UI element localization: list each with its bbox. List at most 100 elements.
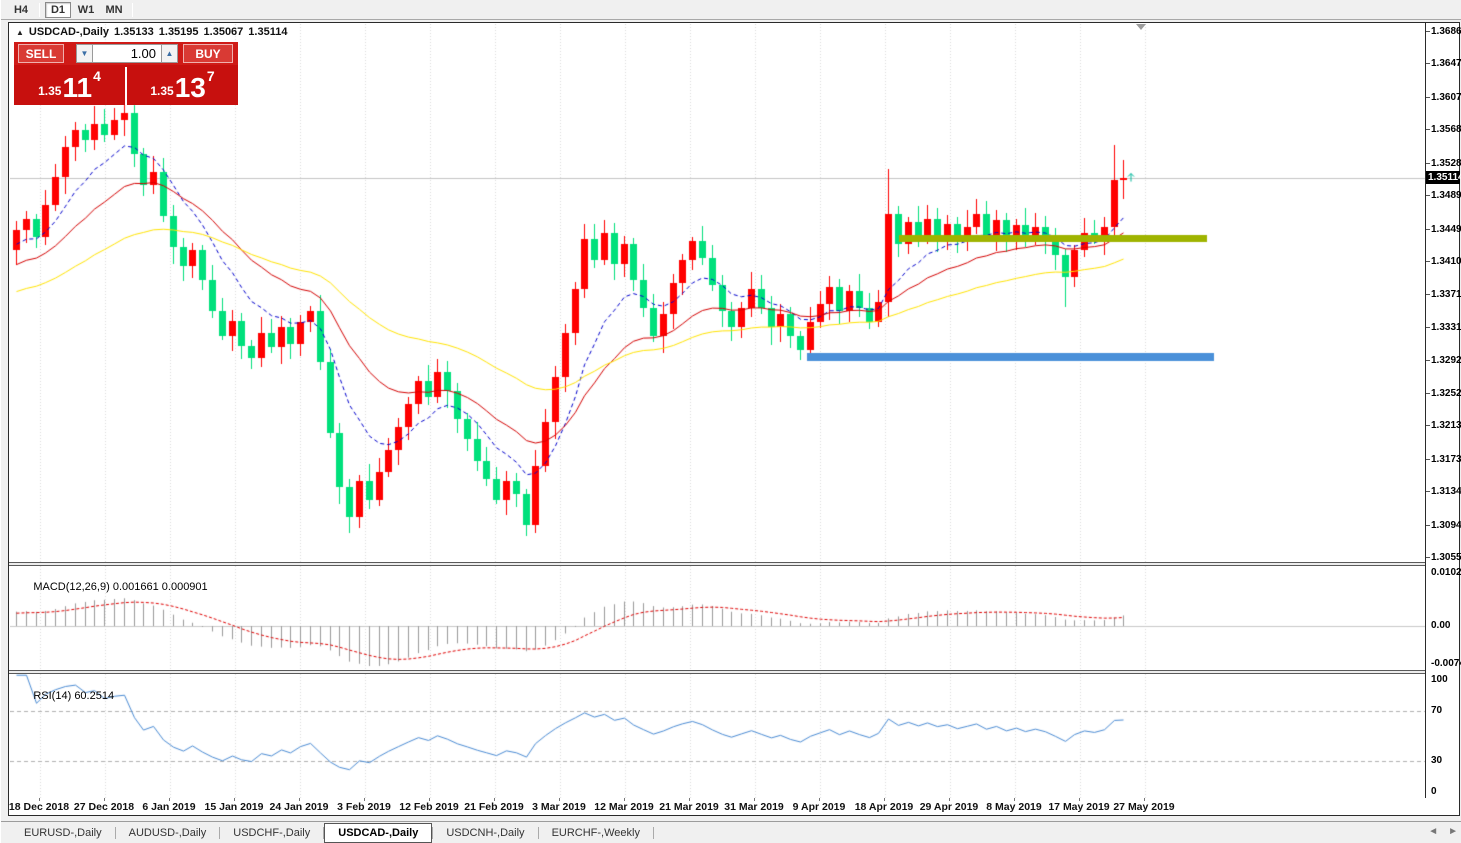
price-axis-label: 1.31340 <box>1431 486 1461 497</box>
macd-axis-label: 0.010229 <box>1431 567 1461 578</box>
chart-title: ▲ USDCAD-,Daily 1.35133 1.35195 1.35067 … <box>16 26 287 38</box>
volume-input[interactable]: 1.00 <box>93 44 161 63</box>
macd-indicator-canvas[interactable] <box>10 566 1425 670</box>
price-axis-label: 1.36470 <box>1431 58 1461 69</box>
price-axis-label: 1.33710 <box>1431 289 1461 300</box>
tab-eurusd[interactable]: EURUSD-,Daily <box>11 824 115 842</box>
timeframe-toolbar: H4 D1W1MN <box>1 0 1461 20</box>
volume-increase-button[interactable]: ▲ <box>161 44 178 63</box>
buy-price-sup: 7 <box>207 68 215 84</box>
time-axis-label: 9 Apr 2019 <box>793 801 846 813</box>
time-axis-label: 8 May 2019 <box>986 801 1041 813</box>
price-axis-tick <box>1426 261 1430 262</box>
time-axis-label: 27 Dec 2018 <box>74 801 134 813</box>
price-axis-label: 1.30550 <box>1431 552 1461 563</box>
price-axis-label: 1.34490 <box>1431 224 1461 235</box>
price-axis-label: 1.34100 <box>1431 256 1461 267</box>
scroll-to-end-marker-icon[interactable] <box>1136 24 1146 30</box>
ohlc-low: 1.35067 <box>204 26 244 38</box>
price-axis-tick <box>1426 229 1430 230</box>
price-axis-label: 1.33310 <box>1431 322 1461 333</box>
rsi-splitter[interactable] <box>9 670 1459 674</box>
price-axis-tick <box>1426 393 1430 394</box>
timeframe-button-h4[interactable]: H4 <box>8 2 34 18</box>
price-axis-label: 1.35680 <box>1431 124 1461 135</box>
chart-symbol-period: USDCAD-,Daily <box>29 26 109 38</box>
price-axis-tick <box>1426 425 1430 426</box>
ohlc-open: 1.35133 <box>114 26 154 38</box>
time-axis-label: 6 Jan 2019 <box>142 801 195 813</box>
time-axis-label: 18 Dec 2018 <box>9 801 69 813</box>
price-axis-label: 1.34890 <box>1431 190 1461 201</box>
time-axis-label: 24 Jan 2019 <box>270 801 329 813</box>
tab-audusd[interactable]: AUDUSD-,Daily <box>116 824 220 842</box>
tab-eurchf[interactable]: EURCHF-,Weekly <box>539 824 653 842</box>
macd-axis-label: 0.00 <box>1431 620 1450 631</box>
price-axis-tick <box>1426 63 1430 64</box>
rsi-axis-label: 0 <box>1431 786 1437 797</box>
rsi-label: RSI(14) 60.2514 <box>15 678 114 714</box>
toolbar-separator <box>39 3 40 17</box>
time-axis-label: 31 Mar 2019 <box>724 801 784 813</box>
collapse-arrow-icon[interactable]: ▲ <box>16 28 24 37</box>
sell-button[interactable]: SELL <box>18 44 64 63</box>
sell-price-display[interactable]: 1.35 11 4 <box>14 67 127 105</box>
one-click-trade-panel: SELL ▼ 1.00 ▲ BUY 1.35 11 4 1.35 13 7 <box>14 42 238 105</box>
time-axis-label: 21 Feb 2019 <box>464 801 524 813</box>
sell-price-prefix: 1.35 <box>38 84 61 98</box>
buy-price-display[interactable]: 1.35 13 7 <box>127 67 238 105</box>
toolbar-separator <box>132 3 133 17</box>
sell-price-big: 11 <box>62 75 92 101</box>
price-axis-label: 1.32130 <box>1431 420 1461 431</box>
price-axis-label: 1.32920 <box>1431 355 1461 366</box>
time-axis-label: 21 Mar 2019 <box>659 801 719 813</box>
time-axis-label: 12 Mar 2019 <box>594 801 654 813</box>
price-axis-label: 1.31730 <box>1431 454 1461 465</box>
chart-tab-bar: EURUSD-,DailyAUDUSD-,DailyUSDCHF-,DailyU… <box>1 821 1461 843</box>
price-axis-label: 1.36070 <box>1431 92 1461 103</box>
time-axis[interactable]: 18 Dec 201827 Dec 20186 Jan 201915 Jan 2… <box>9 798 1424 815</box>
price-axis[interactable]: 1.35114 1.36860 1.36470 1.36070 1.35680 1.35… <box>1425 23 1459 798</box>
tab-usdcnh[interactable]: USDCNH-,Daily <box>433 824 537 842</box>
macd-splitter[interactable] <box>9 562 1459 566</box>
price-axis-tick <box>1426 129 1430 130</box>
rsi-axis-label: 30 <box>1431 755 1442 766</box>
ohlc-high: 1.35195 <box>159 26 199 38</box>
price-axis-tick <box>1426 491 1430 492</box>
timeframe-button-w1[interactable]: W1 <box>73 2 99 18</box>
timeframe-button-mn[interactable]: MN <box>101 2 127 18</box>
price-axis-label: 1.32520 <box>1431 388 1461 399</box>
price-axis-tick <box>1426 31 1430 32</box>
current-price-tag: 1.35114 <box>1426 171 1460 184</box>
price-axis-tick <box>1426 163 1430 164</box>
price-axis-tick <box>1426 195 1430 196</box>
tabs-scroll-left-icon[interactable]: ◄ <box>1428 826 1438 837</box>
time-axis-label: 18 Apr 2019 <box>855 801 914 813</box>
rsi-indicator-canvas[interactable] <box>10 674 1425 798</box>
time-axis-label: 12 Feb 2019 <box>399 801 459 813</box>
time-axis-label: 3 Feb 2019 <box>337 801 391 813</box>
volume-decrease-button[interactable]: ▼ <box>76 44 93 63</box>
ohlc-close: 1.35114 <box>248 26 287 38</box>
tab-separator <box>653 827 654 839</box>
buy-price-big: 13 <box>175 75 206 101</box>
price-axis-tick <box>1426 294 1430 295</box>
price-axis-tick <box>1426 327 1430 328</box>
price-axis-tick <box>1426 459 1430 460</box>
tab-usdchf[interactable]: USDCHF-,Daily <box>220 824 323 842</box>
macd-axis-label: -0.00747 <box>1431 658 1461 669</box>
price-axis-tick <box>1426 557 1430 558</box>
price-axis-label: 1.35280 <box>1431 158 1461 169</box>
timeframe-button-d1[interactable]: D1 <box>45 2 71 18</box>
rsi-axis-label: 70 <box>1431 705 1442 716</box>
buy-button[interactable]: BUY <box>183 44 233 63</box>
time-axis-label: 17 May 2019 <box>1048 801 1109 813</box>
time-axis-label: 27 May 2019 <box>1113 801 1174 813</box>
time-axis-label: 29 Apr 2019 <box>920 801 979 813</box>
price-axis-label: 1.30940 <box>1431 520 1461 531</box>
price-axis-tick <box>1426 360 1430 361</box>
price-axis-label: 1.36860 <box>1431 26 1461 37</box>
tabs-scroll-right-icon[interactable]: ► <box>1448 826 1458 837</box>
tab-usdcad[interactable]: USDCAD-,Daily <box>324 823 432 843</box>
sell-price-sup: 4 <box>93 68 101 84</box>
